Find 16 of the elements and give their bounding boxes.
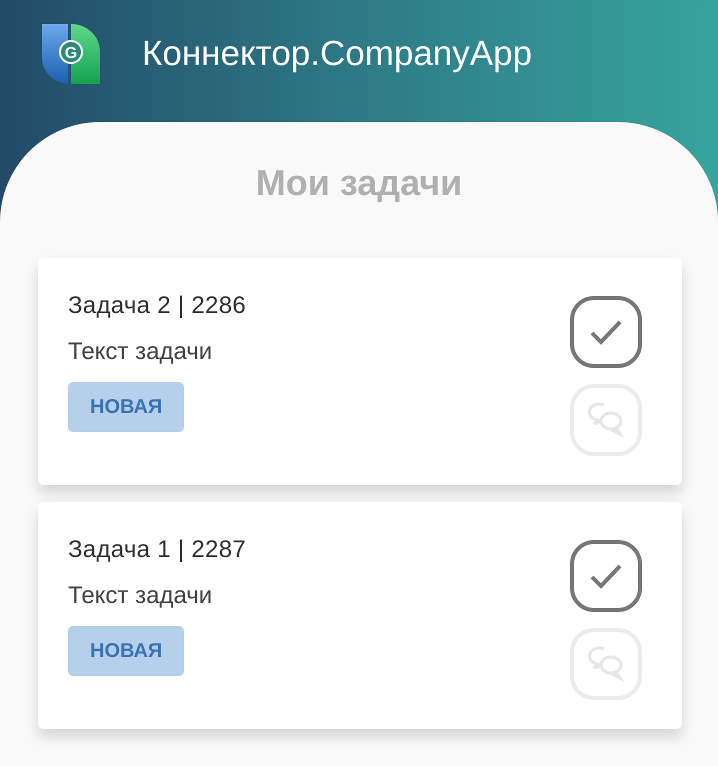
task-title: Задача 1 | 2287 <box>68 535 246 565</box>
check-icon <box>589 563 623 589</box>
complete-button[interactable] <box>570 296 642 368</box>
complete-button[interactable] <box>570 540 642 612</box>
chat-bubbles-icon <box>586 645 626 683</box>
status-badge: НОВАЯ <box>68 626 184 676</box>
chat-bubbles-icon <box>586 401 626 439</box>
app-title: Коннектор.CompanyApp <box>142 32 532 75</box>
page-title: Мои задачи <box>254 161 464 205</box>
task-card[interactable]: Задача 2 | 2286 Текст задачи НОВАЯ <box>38 258 682 485</box>
task-text: Текст задачи <box>68 337 212 367</box>
task-card[interactable]: Задача 1 | 2287 Текст задачи НОВАЯ <box>38 502 682 729</box>
status-badge: НОВАЯ <box>68 382 184 432</box>
task-title: Задача 2 | 2286 <box>68 291 246 321</box>
check-icon <box>589 319 623 345</box>
task-text: Текст задачи <box>68 581 212 611</box>
